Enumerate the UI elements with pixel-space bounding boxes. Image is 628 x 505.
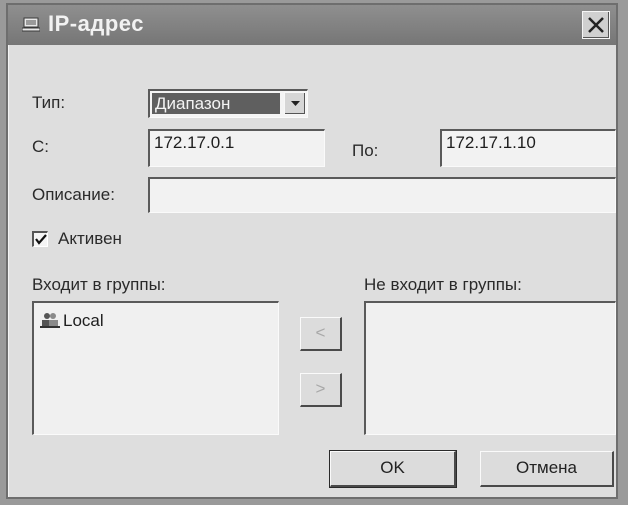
from-ip-input[interactable]: 172.17.0.1 [148,129,325,167]
list-item-label: Local [63,311,104,330]
description-input[interactable] [148,177,616,213]
chevron-down-icon [291,101,300,106]
nonmember-groups-list[interactable] [364,301,616,435]
cancel-button[interactable]: Отмена [480,451,614,487]
from-label: С: [32,137,49,156]
list-item[interactable]: Local [40,311,104,334]
title-bar: IP-адрес [8,5,616,45]
type-dropdown[interactable]: Диапазон [148,89,308,118]
add-to-groups-button[interactable]: < [300,317,342,351]
type-dropdown-value: Диапазон [152,93,280,114]
remove-from-groups-button[interactable]: > [300,373,342,407]
member-groups-list[interactable]: Local [32,301,279,435]
to-label: По: [352,141,379,160]
ok-button[interactable]: OK [329,450,457,488]
close-button[interactable] [582,11,610,39]
to-ip-input[interactable]: 172.17.1.10 [440,129,616,167]
close-icon [588,17,604,33]
active-checkbox[interactable] [32,231,48,247]
active-label: Активен [58,229,122,248]
dropdown-arrow-button[interactable] [284,92,306,115]
member-groups-label: Входит в группы: [32,275,166,294]
group-icon [40,311,60,334]
window-title: IP-адрес [48,11,144,36]
checkmark-icon [35,234,47,245]
computer-icon [21,17,41,32]
type-label: Тип: [32,93,66,112]
nonmember-groups-label: Не входит в группы: [364,275,522,294]
description-label: Описание: [32,185,115,204]
ip-address-dialog: IP-адрес Тип: Диапазон С: 172.17.0.1 По:… [6,3,618,499]
